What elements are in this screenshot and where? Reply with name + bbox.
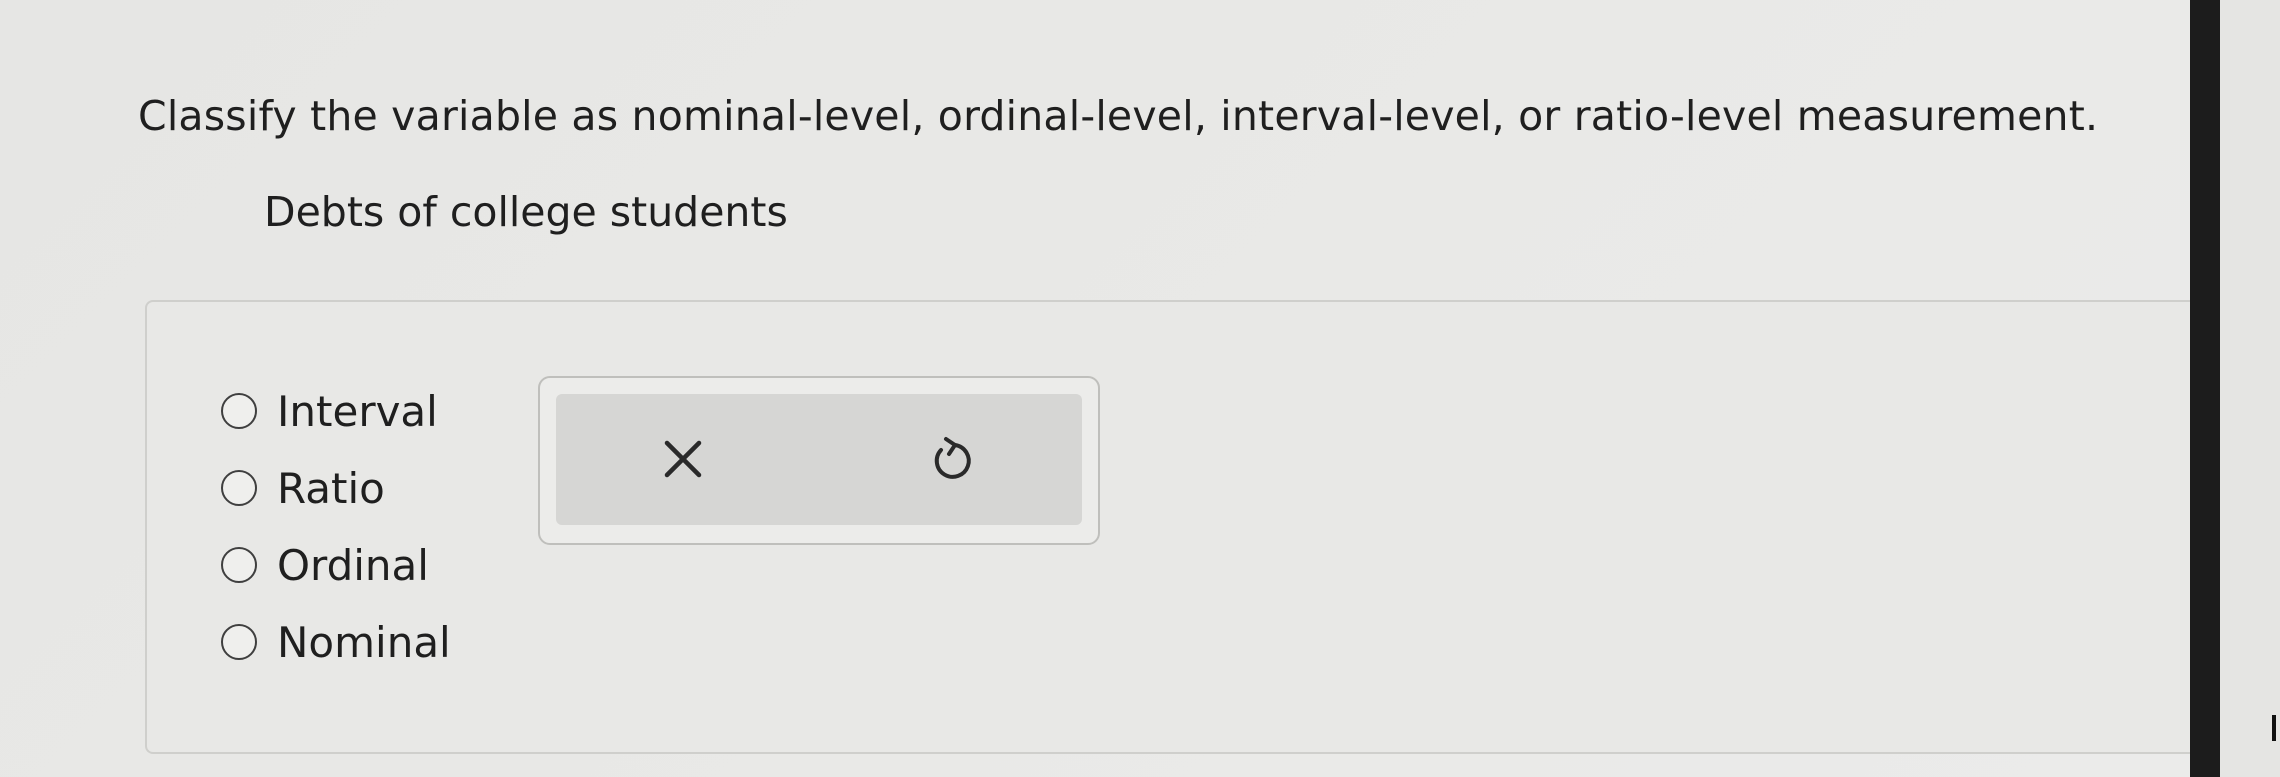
variable-text: Debts of college students <box>264 188 788 236</box>
option-nominal[interactable]: Nominal <box>221 616 451 668</box>
option-label: Ordinal <box>277 540 429 590</box>
radio-button[interactable] <box>221 547 257 583</box>
screen-edge <box>2220 0 2280 777</box>
close-icon <box>664 440 702 478</box>
edge-mark <box>2272 715 2276 741</box>
answer-tools-bar <box>556 394 1082 525</box>
radio-button[interactable] <box>221 393 257 429</box>
undo-icon <box>934 437 971 479</box>
answer-tools-popup <box>538 376 1100 545</box>
option-ratio[interactable]: Ratio <box>221 462 451 514</box>
radio-button[interactable] <box>221 624 257 660</box>
answer-options: Interval Ratio Ordinal Nominal <box>221 385 451 693</box>
answer-panel <box>145 300 2190 754</box>
screen-bezel <box>2190 0 2220 777</box>
option-label: Interval <box>277 386 438 436</box>
clear-answer-button[interactable] <box>648 424 718 494</box>
option-label: Ratio <box>277 463 385 513</box>
question-prompt: Classify the variable as nominal-level, … <box>138 92 2099 140</box>
undo-button[interactable] <box>915 424 985 494</box>
question-screen: Classify the variable as nominal-level, … <box>0 0 2190 777</box>
option-ordinal[interactable]: Ordinal <box>221 539 451 591</box>
option-label: Nominal <box>277 617 451 667</box>
option-interval[interactable]: Interval <box>221 385 451 437</box>
radio-button[interactable] <box>221 470 257 506</box>
